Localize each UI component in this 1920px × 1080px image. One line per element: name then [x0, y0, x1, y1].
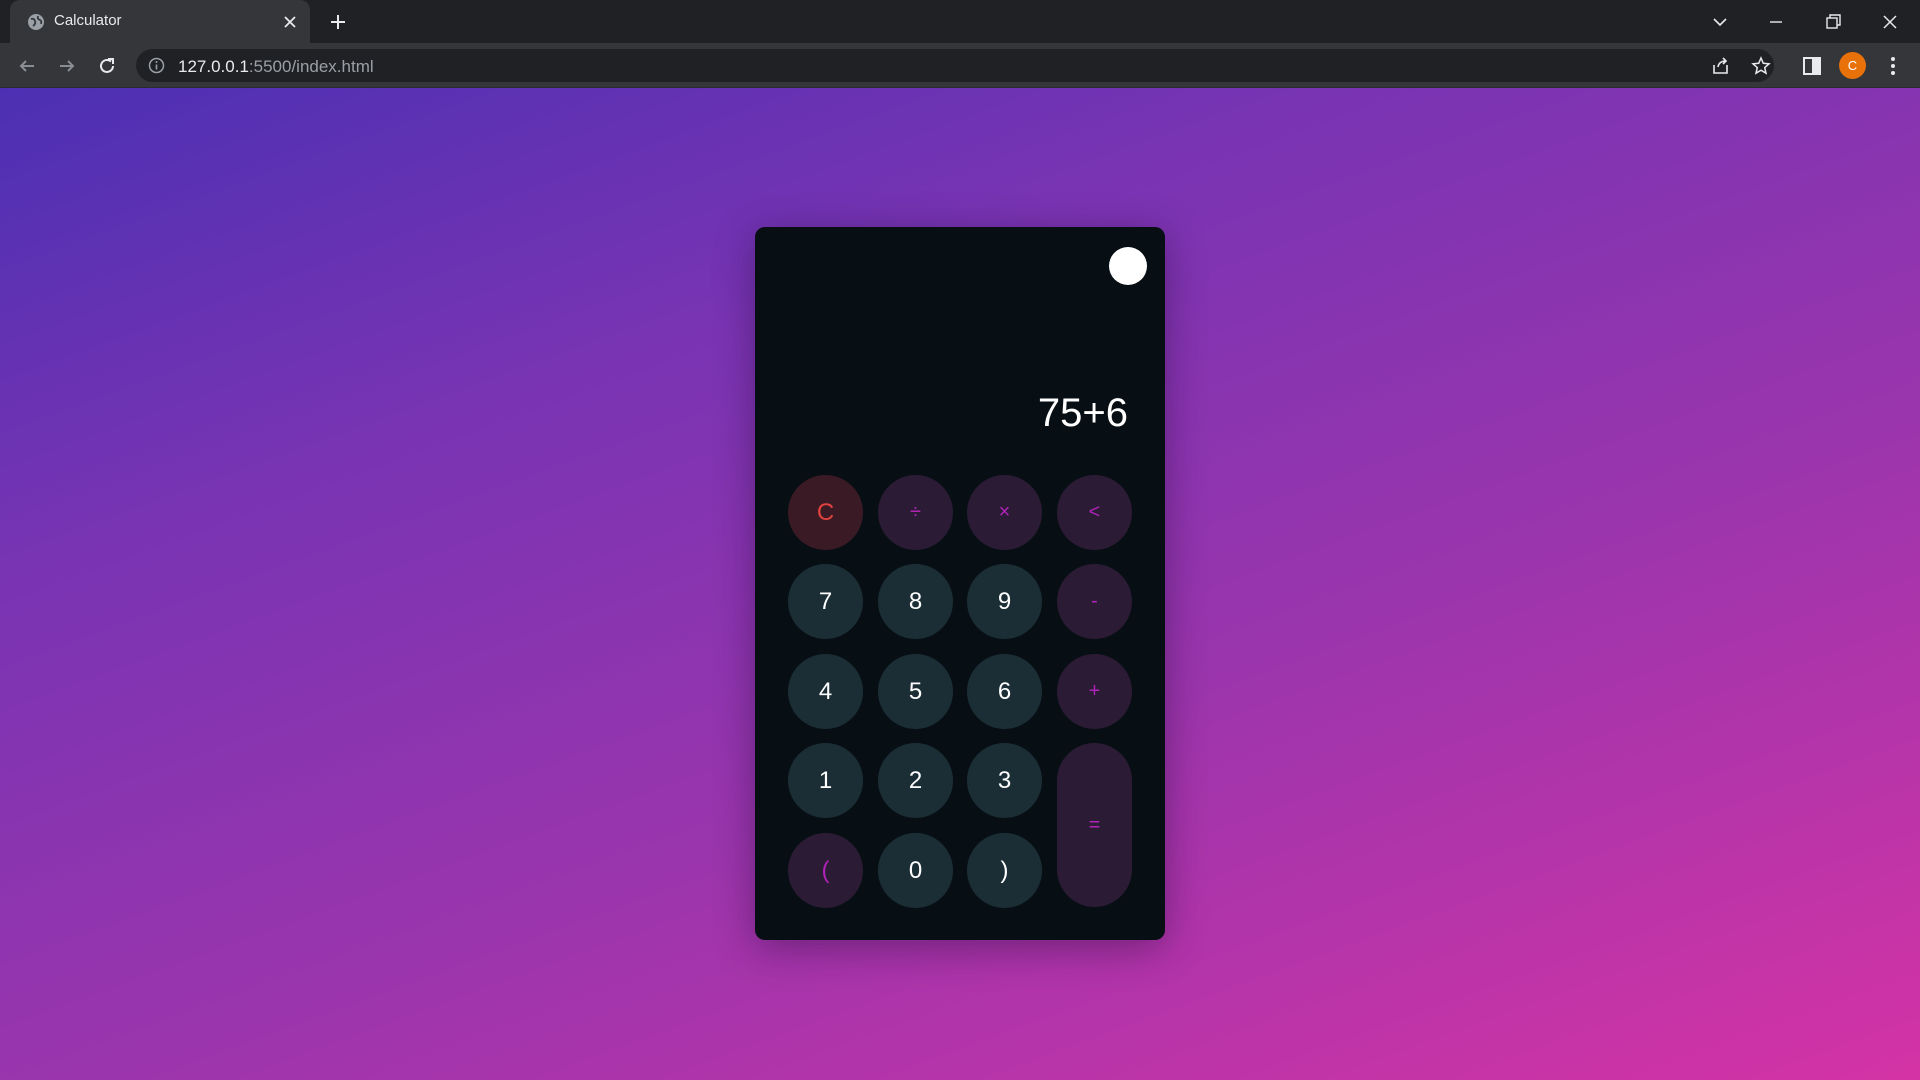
page-viewport: 75+6 C ÷ × < 7 8 9 - 4 5 6 + 1 2 3 = ( 0… — [0, 88, 1920, 1080]
five-button[interactable]: 5 — [878, 654, 953, 729]
eight-button[interactable]: 8 — [878, 564, 953, 639]
chevron-down-icon[interactable] — [1706, 8, 1734, 36]
calculator-display: 75+6 — [1037, 391, 1128, 435]
tab-title: Calculator — [54, 12, 122, 29]
address-bar[interactable]: 127.0.0.1:5500/index.html — [136, 49, 1774, 82]
back-icon[interactable] — [14, 53, 40, 79]
equals-button[interactable]: = — [1057, 743, 1132, 907]
tab-calculator[interactable]: Calculator — [10, 0, 310, 43]
minimize-icon[interactable] — [1762, 8, 1790, 36]
four-button[interactable]: 4 — [788, 654, 863, 729]
three-button[interactable]: 3 — [967, 743, 1042, 818]
side-panel-icon[interactable] — [1799, 53, 1825, 79]
seven-button[interactable]: 7 — [788, 564, 863, 639]
profile-avatar[interactable]: C — [1839, 52, 1866, 79]
browser-toolbar: 127.0.0.1:5500/index.html — [0, 43, 1920, 88]
clear-button[interactable]: C — [788, 475, 863, 550]
nine-button[interactable]: 9 — [967, 564, 1042, 639]
reload-icon[interactable] — [94, 53, 120, 79]
zero-button[interactable]: 0 — [878, 833, 953, 908]
url-text: 127.0.0.1:5500/index.html — [178, 57, 374, 77]
backspace-button[interactable]: < — [1057, 475, 1132, 550]
tab-bar: Calculator — [0, 0, 1920, 43]
multiply-button[interactable]: × — [967, 475, 1042, 550]
forward-icon[interactable] — [54, 53, 80, 79]
plus-button[interactable]: + — [1057, 654, 1132, 729]
info-icon[interactable] — [148, 57, 165, 74]
url-path: :5500/index.html — [248, 57, 374, 76]
theme-toggle-button[interactable] — [1109, 247, 1147, 285]
url-host: 127.0.0.1 — [178, 57, 249, 76]
close-paren-button[interactable]: ) — [967, 833, 1042, 908]
divide-button[interactable]: ÷ — [878, 475, 953, 550]
one-button[interactable]: 1 — [788, 743, 863, 818]
close-window-icon[interactable] — [1876, 8, 1904, 36]
two-button[interactable]: 2 — [878, 743, 953, 818]
plus-icon[interactable] — [326, 10, 350, 34]
restore-icon[interactable] — [1819, 8, 1847, 36]
open-paren-button[interactable]: ( — [788, 833, 863, 908]
close-icon[interactable] — [280, 12, 300, 32]
menu-icon[interactable] — [1880, 53, 1906, 79]
six-button[interactable]: 6 — [967, 654, 1042, 729]
globe-icon — [28, 14, 44, 30]
share-icon[interactable] — [1710, 55, 1732, 77]
calculator: 75+6 C ÷ × < 7 8 9 - 4 5 6 + 1 2 3 = ( 0… — [755, 227, 1165, 940]
minus-button[interactable]: - — [1057, 564, 1132, 639]
star-icon[interactable] — [1750, 55, 1772, 77]
